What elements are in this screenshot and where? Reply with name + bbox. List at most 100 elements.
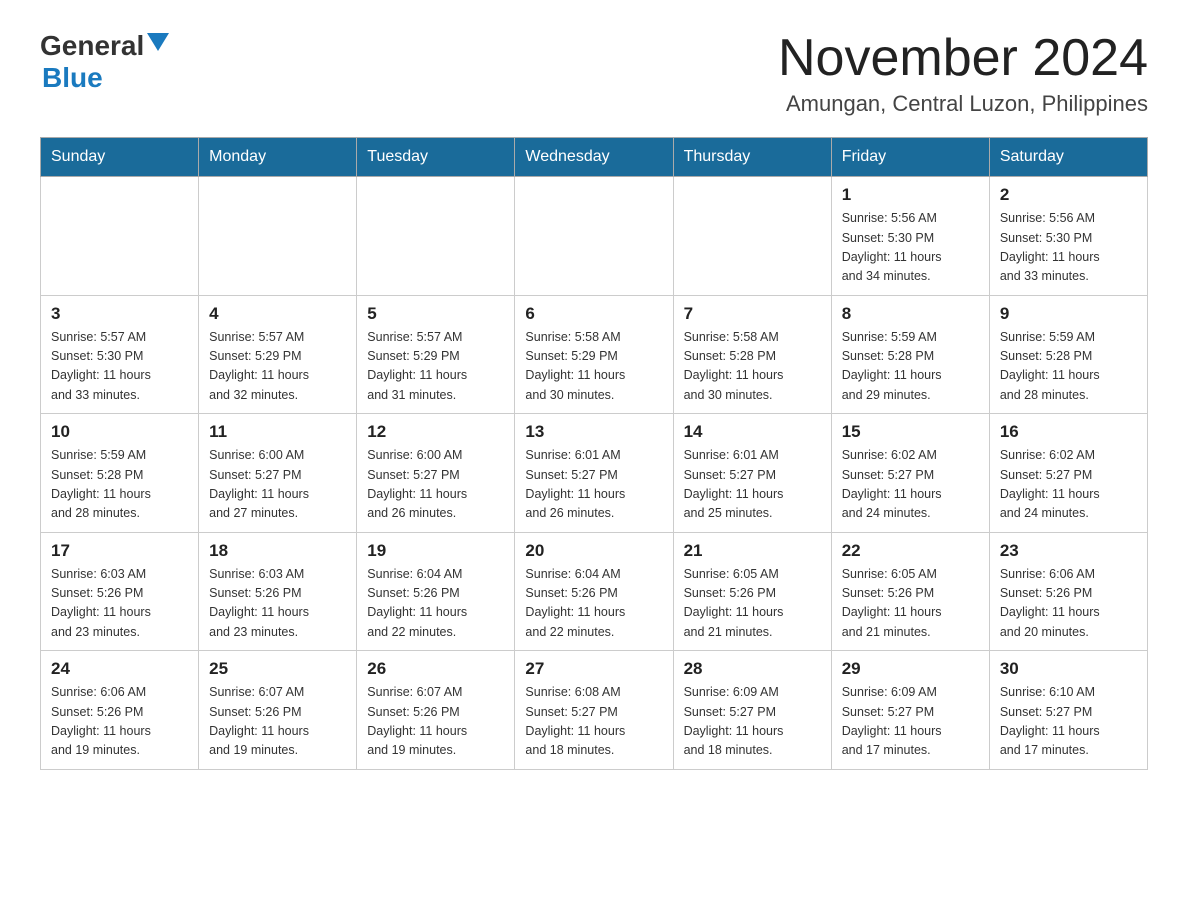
day-number: 4 <box>209 304 346 324</box>
calendar-cell: 12 Sunrise: 6:00 AM Sunset: 5:27 PM Dayli… <box>357 414 515 533</box>
day-sun-info: Sunrise: 5:59 AM Sunset: 5:28 PM Dayligh… <box>842 328 979 406</box>
day-number: 11 <box>209 422 346 442</box>
weekday-header-tuesday: Tuesday <box>357 138 515 177</box>
weekday-header-sunday: Sunday <box>41 138 199 177</box>
day-number: 26 <box>367 659 504 679</box>
day-sun-info: Sunrise: 5:58 AM Sunset: 5:28 PM Dayligh… <box>684 328 821 406</box>
calendar-cell: 29Sunrise: 6:09 AM Sunset: 5:27 PM Dayli… <box>831 651 989 770</box>
day-sun-info: Sunrise: 5:58 AM Sunset: 5:29 PM Dayligh… <box>525 328 662 406</box>
day-number: 8 <box>842 304 979 324</box>
day-number: 10 <box>51 422 188 442</box>
day-sun-info: Sunrise: 6:05 AM Sunset: 5:26 PM Dayligh… <box>684 565 821 643</box>
day-number: 30 <box>1000 659 1137 679</box>
day-sun-info: Sunrise: 5:59 AM Sunset: 5:28 PM Dayligh… <box>51 446 188 524</box>
calendar-cell <box>515 177 673 296</box>
day-number: 3 <box>51 304 188 324</box>
day-sun-info: Sunrise: 6:06 AM Sunset: 5:26 PM Dayligh… <box>1000 565 1137 643</box>
day-number: 13 <box>525 422 662 442</box>
calendar-cell: 16 Sunrise: 6:02 AM Sunset: 5:27 PM Dayli… <box>989 414 1147 533</box>
day-sun-info: Sunrise: 5:59 AM Sunset: 5:28 PM Dayligh… <box>1000 328 1137 406</box>
calendar-cell: 27Sunrise: 6:08 AM Sunset: 5:27 PM Dayli… <box>515 651 673 770</box>
day-sun-info: Sunrise: 6:05 AM Sunset: 5:26 PM Dayligh… <box>842 565 979 643</box>
day-sun-info: Sunrise: 6:07 AM Sunset: 5:26 PM Dayligh… <box>209 683 346 761</box>
day-sun-info: Sunrise: 6:10 AM Sunset: 5:27 PM Dayligh… <box>1000 683 1137 761</box>
day-number: 9 <box>1000 304 1137 324</box>
day-sun-info: Sunrise: 6:07 AM Sunset: 5:26 PM Dayligh… <box>367 683 504 761</box>
logo-blue-text: Blue <box>42 62 103 93</box>
day-sun-info: Sunrise: 6:01 AM Sunset: 5:27 PM Dayligh… <box>525 446 662 524</box>
day-number: 1 <box>842 185 979 205</box>
day-sun-info: Sunrise: 6:01 AM Sunset: 5:27 PM Dayligh… <box>684 446 821 524</box>
day-sun-info: Sunrise: 6:06 AM Sunset: 5:26 PM Dayligh… <box>51 683 188 761</box>
logo-triangle-icon <box>147 33 169 55</box>
day-number: 22 <box>842 541 979 561</box>
day-number: 15 <box>842 422 979 442</box>
calendar-cell: 30 Sunrise: 6:10 AM Sunset: 5:27 PM Dayli… <box>989 651 1147 770</box>
weekday-header-friday: Friday <box>831 138 989 177</box>
day-sun-info: Sunrise: 5:57 AM Sunset: 5:29 PM Dayligh… <box>367 328 504 406</box>
calendar-cell: 18 Sunrise: 6:03 AM Sunset: 5:26 PM Dayli… <box>199 532 357 651</box>
day-number: 17 <box>51 541 188 561</box>
calendar-cell <box>199 177 357 296</box>
day-number: 23 <box>1000 541 1137 561</box>
calendar-week-4: 17 Sunrise: 6:03 AM Sunset: 5:26 PM Dayli… <box>41 532 1148 651</box>
weekday-header-thursday: Thursday <box>673 138 831 177</box>
calendar-cell: 17Sunrise: 6:03 AM Sunset: 5:26 PM Dayli… <box>41 532 199 651</box>
location-subtitle: Amungan, Central Luzon, Philippines <box>778 91 1148 117</box>
day-number: 25 <box>209 659 346 679</box>
calendar-cell: 14 Sunrise: 6:01 AM Sunset: 5:27 PM Dayli… <box>673 414 831 533</box>
calendar-cell: 25 Sunrise: 6:07 AM Sunset: 5:26 PM Dayli… <box>199 651 357 770</box>
calendar-cell: 19 Sunrise: 6:04 AM Sunset: 5:26 PM Dayli… <box>357 532 515 651</box>
calendar-cell: 15 Sunrise: 6:02 AM Sunset: 5:27 PM Dayli… <box>831 414 989 533</box>
day-sun-info: Sunrise: 5:56 AM Sunset: 5:30 PM Dayligh… <box>842 209 979 287</box>
weekday-header-wednesday: Wednesday <box>515 138 673 177</box>
day-sun-info: Sunrise: 5:56 AM Sunset: 5:30 PM Dayligh… <box>1000 209 1137 287</box>
month-year-title: November 2024 <box>778 30 1148 87</box>
calendar-cell: 3 Sunrise: 5:57 AM Sunset: 5:30 PM Daylig… <box>41 295 199 414</box>
day-sun-info: Sunrise: 6:00 AM Sunset: 5:27 PM Dayligh… <box>367 446 504 524</box>
day-sun-info: Sunrise: 6:09 AM Sunset: 5:27 PM Dayligh… <box>684 683 821 761</box>
calendar-cell: 21Sunrise: 6:05 AM Sunset: 5:26 PM Dayli… <box>673 532 831 651</box>
calendar-cell: 20Sunrise: 6:04 AM Sunset: 5:26 PM Dayli… <box>515 532 673 651</box>
day-sun-info: Sunrise: 6:00 AM Sunset: 5:27 PM Dayligh… <box>209 446 346 524</box>
calendar-cell: 24 Sunrise: 6:06 AM Sunset: 5:26 PM Dayli… <box>41 651 199 770</box>
calendar-cell: 28 Sunrise: 6:09 AM Sunset: 5:27 PM Dayli… <box>673 651 831 770</box>
day-sun-info: Sunrise: 6:09 AM Sunset: 5:27 PM Dayligh… <box>842 683 979 761</box>
calendar-cell: 6 Sunrise: 5:58 AM Sunset: 5:29 PM Daylig… <box>515 295 673 414</box>
calendar-cell: 2 Sunrise: 5:56 AM Sunset: 5:30 PM Daylig… <box>989 177 1147 296</box>
calendar-cell <box>41 177 199 296</box>
day-number: 18 <box>209 541 346 561</box>
title-area: November 2024 Amungan, Central Luzon, Ph… <box>778 30 1148 117</box>
day-number: 2 <box>1000 185 1137 205</box>
logo: General Blue <box>40 30 169 94</box>
logo-general-text: General <box>40 30 144 62</box>
calendar-week-5: 24 Sunrise: 6:06 AM Sunset: 5:26 PM Dayli… <box>41 651 1148 770</box>
calendar-cell: 23 Sunrise: 6:06 AM Sunset: 5:26 PM Dayli… <box>989 532 1147 651</box>
day-number: 20 <box>525 541 662 561</box>
day-number: 5 <box>367 304 504 324</box>
calendar-cell: 7Sunrise: 5:58 AM Sunset: 5:28 PM Daylig… <box>673 295 831 414</box>
calendar-cell: 5 Sunrise: 5:57 AM Sunset: 5:29 PM Daylig… <box>357 295 515 414</box>
calendar-header-row: SundayMondayTuesdayWednesdayThursdayFrid… <box>41 138 1148 177</box>
day-sun-info: Sunrise: 6:02 AM Sunset: 5:27 PM Dayligh… <box>842 446 979 524</box>
day-sun-info: Sunrise: 6:04 AM Sunset: 5:26 PM Dayligh… <box>367 565 504 643</box>
day-number: 19 <box>367 541 504 561</box>
calendar-week-3: 10 Sunrise: 5:59 AM Sunset: 5:28 PM Dayli… <box>41 414 1148 533</box>
calendar-cell <box>357 177 515 296</box>
calendar-cell: 4Sunrise: 5:57 AM Sunset: 5:29 PM Daylig… <box>199 295 357 414</box>
day-number: 12 <box>367 422 504 442</box>
day-sun-info: Sunrise: 6:03 AM Sunset: 5:26 PM Dayligh… <box>209 565 346 643</box>
weekday-header-monday: Monday <box>199 138 357 177</box>
weekday-header-saturday: Saturday <box>989 138 1147 177</box>
day-number: 6 <box>525 304 662 324</box>
day-number: 28 <box>684 659 821 679</box>
day-sun-info: Sunrise: 6:02 AM Sunset: 5:27 PM Dayligh… <box>1000 446 1137 524</box>
calendar-cell <box>673 177 831 296</box>
day-number: 24 <box>51 659 188 679</box>
calendar-cell: 8 Sunrise: 5:59 AM Sunset: 5:28 PM Daylig… <box>831 295 989 414</box>
day-number: 16 <box>1000 422 1137 442</box>
calendar-cell: 26 Sunrise: 6:07 AM Sunset: 5:26 PM Dayli… <box>357 651 515 770</box>
calendar-cell: 13 Sunrise: 6:01 AM Sunset: 5:27 PM Dayli… <box>515 414 673 533</box>
day-sun-info: Sunrise: 5:57 AM Sunset: 5:30 PM Dayligh… <box>51 328 188 406</box>
day-number: 14 <box>684 422 821 442</box>
